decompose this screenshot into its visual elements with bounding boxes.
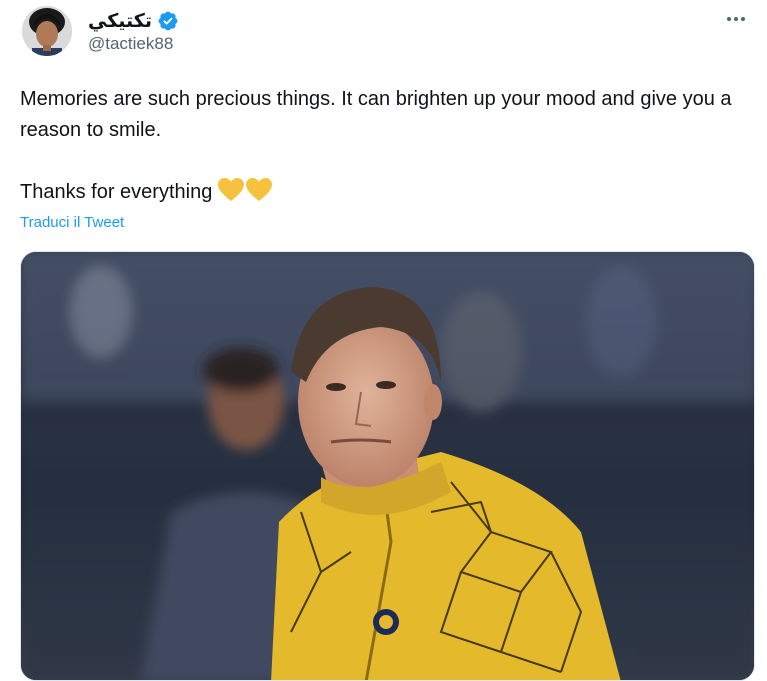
more-dot-icon [734,17,738,21]
author-display-name[interactable]: تكتيكي [88,10,152,33]
tweet-card[interactable]: تكتيكي @tactiek88 Memories are such prec… [0,0,767,681]
tweet-photo[interactable] [20,251,755,681]
author-avatar[interactable] [22,6,72,56]
tweet-photo-icon [21,252,754,680]
more-options-button[interactable] [721,8,751,30]
tweet-text-line-2: Thanks for everything [20,181,213,203]
tweet-text: Memories are such precious things. It ca… [20,84,750,208]
yellow-heart-icon [218,178,245,201]
author-handle[interactable]: @tactiek88 [88,34,173,54]
more-dot-icon [741,17,745,21]
yellow-heart-icon [246,178,273,201]
more-dot-icon [727,17,731,21]
translate-tweet-link[interactable]: Traduci il Tweet [20,214,124,231]
tweet-text-line-1: Memories are such precious things. It ca… [20,88,732,141]
avatar-photo-icon [22,6,72,56]
verified-badge-icon [158,11,178,31]
